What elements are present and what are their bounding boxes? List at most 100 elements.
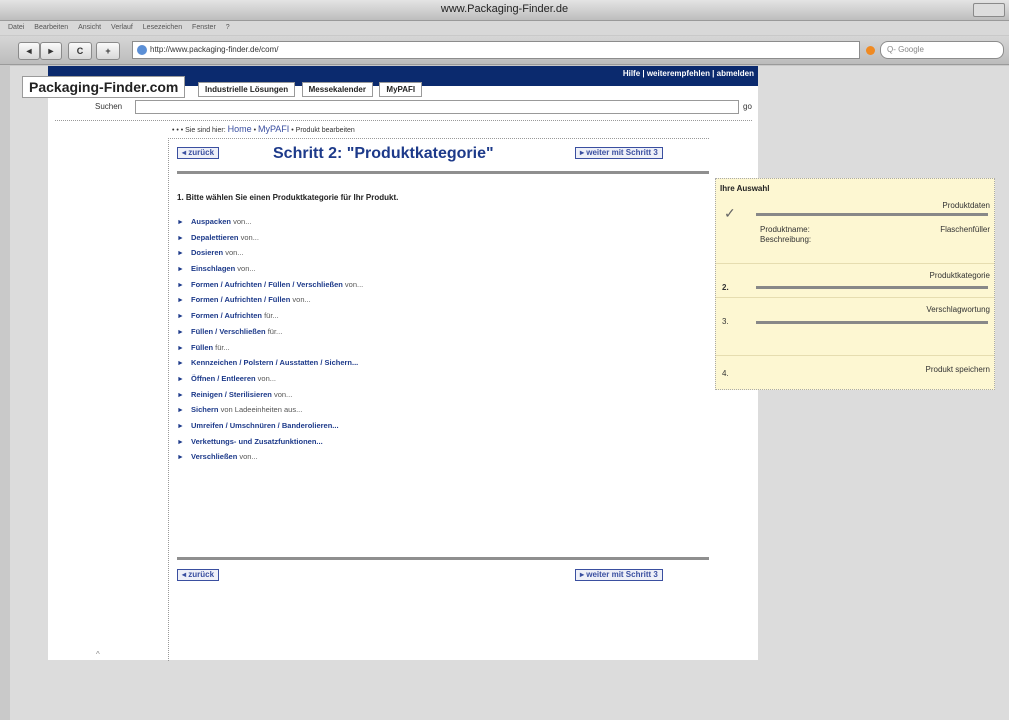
- site-logo[interactable]: Packaging-Finder.com: [22, 76, 186, 98]
- menu-lesezeichen[interactable]: Lesezeichen: [143, 24, 182, 31]
- product-name-value: Flaschenfüller: [940, 225, 990, 234]
- arrow-right-icon: ►: [177, 328, 184, 336]
- add-bookmark-button[interactable]: +: [96, 42, 120, 60]
- divider: [716, 355, 994, 356]
- list-item[interactable]: ► Kennzeichen / Polstern / Ausstatten / S…: [177, 358, 363, 374]
- menu-ansicht[interactable]: Ansicht: [78, 24, 101, 31]
- arrow-right-icon: ►: [177, 250, 184, 258]
- list-item[interactable]: ► Formen / Aufrichten für...: [177, 311, 363, 327]
- arrow-right-icon: ►: [177, 360, 184, 368]
- tab-industrielle-loesungen[interactable]: Industrielle Lösungen: [198, 82, 296, 97]
- divider: [716, 297, 994, 298]
- arrow-right-icon: ►: [177, 407, 184, 415]
- site-search-input[interactable]: [135, 100, 739, 114]
- step1-label[interactable]: Produktdaten: [942, 201, 990, 210]
- list-item[interactable]: ► Sichern von Ladeeinheiten aus...: [177, 405, 363, 421]
- step3-number: 3.: [722, 317, 729, 326]
- arrow-right-icon: ►: [177, 219, 184, 226]
- menu-bearbeiten[interactable]: Bearbeiten: [34, 24, 68, 31]
- product-name-key: Produktname:: [760, 225, 810, 234]
- breadcrumb: • • • Sie sind hier: Home • MyPAFI • Pro…: [172, 124, 355, 134]
- breadcrumb-current: Produkt bearbeiten: [295, 127, 355, 134]
- menu-bar: Datei Bearbeiten Ansicht Verlauf Lesezei…: [0, 21, 1009, 35]
- tab-mypafi[interactable]: MyPAFI: [379, 82, 423, 97]
- arrow-right-icon: ►: [177, 438, 184, 446]
- arrow-right-icon: ►: [177, 391, 184, 399]
- globe-icon: [137, 45, 147, 55]
- arrow-right-icon: ►: [177, 266, 184, 274]
- divider: [716, 263, 994, 264]
- description-key: Beschreibung:: [760, 235, 812, 244]
- divider: [177, 557, 709, 560]
- step2-label[interactable]: Produktkategorie: [930, 271, 990, 280]
- list-item[interactable]: ► Reinigen / Sterilisieren von...: [177, 390, 363, 406]
- url-text: http://www.packaging-finder.de/com/: [150, 45, 279, 54]
- next-step-button[interactable]: ▸ weiter mit Schritt 3: [575, 147, 663, 159]
- menu-verlauf[interactable]: Verlauf: [111, 24, 133, 31]
- back-step-button-bottom[interactable]: ◂ zurück: [177, 569, 220, 581]
- list-item[interactable]: ► Füllen für...: [177, 343, 363, 359]
- arrow-right-icon: ►: [177, 234, 184, 242]
- step2-bar: [756, 286, 988, 289]
- list-item[interactable]: ► Auspacken von...: [177, 217, 363, 233]
- url-bar[interactable]: http://www.packaging-finder.de/com/: [132, 41, 860, 59]
- header-links[interactable]: Hilfe | weiterempfehlen | abmelden: [623, 69, 754, 78]
- scroll-up-mark: ^: [96, 650, 100, 659]
- step3-bar: [756, 321, 988, 324]
- list-item[interactable]: ► Dosieren von...: [177, 248, 363, 264]
- divider: [177, 171, 709, 174]
- menu-fenster[interactable]: Fenster: [192, 24, 216, 31]
- arrow-right-icon: ►: [177, 454, 184, 462]
- menu-help[interactable]: ?: [226, 24, 230, 31]
- tab-messekalender[interactable]: Messekalender: [301, 82, 373, 97]
- checkmark-icon: ✓: [724, 205, 736, 221]
- back-step-button[interactable]: ◂ zurück: [177, 147, 220, 159]
- window-controls[interactable]: [973, 3, 1005, 17]
- window-titlebar: www.Packaging-Finder.de: [0, 0, 1009, 21]
- step3-label[interactable]: Verschlagwortung: [926, 305, 990, 314]
- arrow-right-icon: ►: [177, 375, 184, 383]
- list-item[interactable]: ► Füllen / Verschließen für...: [177, 327, 363, 343]
- selection-heading: Ihre Auswahl: [720, 184, 770, 193]
- list-item[interactable]: ► Umreifen / Umschnüren / Banderolieren..…: [177, 421, 363, 437]
- search-go-button[interactable]: go: [743, 102, 752, 111]
- breadcrumb-mypafi[interactable]: MyPAFI: [258, 124, 289, 134]
- category-list: ► Auspacken von... ► Depalettieren von... …: [177, 217, 363, 468]
- category-prompt: 1. Bitte wählen Sie einen Produktkategor…: [177, 193, 399, 202]
- search-label: Suchen: [95, 102, 123, 111]
- list-item[interactable]: ► Einschlagen von...: [177, 264, 363, 280]
- list-item[interactable]: ► Formen / Aufrichten / Füllen / Verschli…: [177, 280, 363, 296]
- step4-label[interactable]: Produkt speichern: [926, 365, 990, 374]
- main-nav: Industrielle Lösungen Messekalender MyPA…: [198, 79, 424, 97]
- step1-bar: [756, 213, 988, 216]
- step-title: Schritt 2: "Produktkategorie": [273, 145, 494, 162]
- list-item[interactable]: ► Öffnen / Entleeren von...: [177, 374, 363, 390]
- next-step-button-bottom[interactable]: ▸ weiter mit Schritt 3: [575, 569, 663, 581]
- list-item[interactable]: ► Verschließen von...: [177, 452, 363, 468]
- breadcrumb-home[interactable]: Home: [228, 124, 252, 134]
- arrow-right-icon: ►: [177, 297, 184, 305]
- forward-button[interactable]: ►: [40, 42, 62, 60]
- browser-search-input[interactable]: Q- Google: [880, 41, 1004, 59]
- arrow-right-icon: ►: [177, 313, 184, 321]
- selection-panel: Ihre Auswahl ✓ Produktdaten Produktname:…: [715, 178, 995, 390]
- web-page: Hilfe | weiterempfehlen | abmelden Packa…: [22, 66, 758, 661]
- breadcrumb-prefix: • • • Sie sind hier:: [172, 127, 226, 134]
- arrow-right-icon: ►: [177, 281, 184, 289]
- list-item[interactable]: ► Verkettungs- und Zusatzfunktionen...: [177, 437, 363, 453]
- wizard-content: ◂ zurück Schritt 2: "Produktkategorie" ▸…: [168, 138, 709, 661]
- page-viewport: Hilfe | weiterempfehlen | abmelden Packa…: [10, 66, 1009, 720]
- arrow-right-icon: ►: [177, 422, 184, 430]
- reload-button[interactable]: C: [68, 42, 92, 60]
- back-button[interactable]: ◄: [18, 42, 40, 60]
- step2-number: 2.: [722, 283, 729, 292]
- step4-number: 4.: [722, 369, 729, 378]
- browser-toolbar: ◄ ► C + http://www.packaging-finder.de/c…: [0, 36, 1009, 65]
- list-item[interactable]: ► Depalettieren von...: [177, 233, 363, 249]
- menu-datei[interactable]: Datei: [8, 24, 24, 31]
- window-title: www.Packaging-Finder.de: [440, 3, 569, 15]
- site-search-row: Suchen go: [55, 98, 752, 121]
- rss-icon[interactable]: [866, 46, 875, 55]
- list-item[interactable]: ► Formen / Aufrichten / Füllen von...: [177, 295, 363, 311]
- arrow-right-icon: ►: [177, 344, 184, 352]
